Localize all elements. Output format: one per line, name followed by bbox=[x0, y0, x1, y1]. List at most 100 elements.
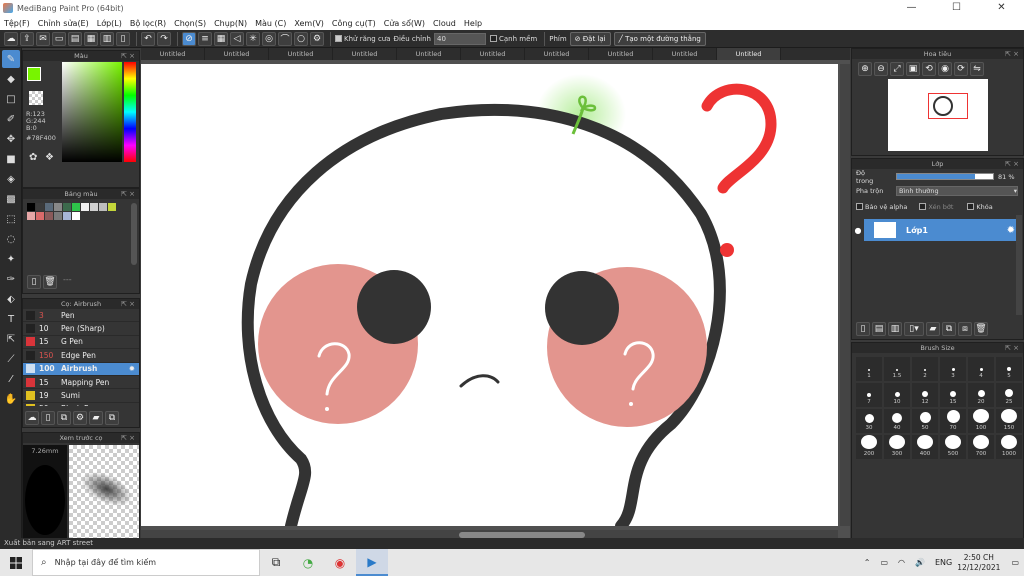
palette-swatch[interactable] bbox=[36, 212, 44, 220]
task-view-icon[interactable]: ⧉ bbox=[260, 549, 292, 576]
panel-expand-icon[interactable]: ⇱ × bbox=[121, 433, 135, 443]
chrome-icon[interactable]: ◉ bbox=[324, 549, 356, 576]
select-pen-tool-icon[interactable]: ✑ bbox=[2, 270, 20, 288]
notification-icon[interactable]: ▭ bbox=[1011, 558, 1019, 567]
brush-size-option[interactable]: 40 bbox=[884, 409, 910, 433]
clock[interactable]: 2:50 CH 12/12/2021 bbox=[957, 553, 1000, 573]
new-layer-icon[interactable]: ▯ bbox=[856, 322, 870, 336]
undo-icon[interactable]: ↶ bbox=[141, 31, 155, 46]
palette-swatch[interactable] bbox=[36, 203, 44, 211]
panel-expand-icon[interactable]: ⇱ × bbox=[1005, 49, 1019, 59]
comment-icon[interactable]: ▭ bbox=[52, 31, 66, 46]
opacity-slider[interactable] bbox=[896, 173, 994, 180]
menu-tools[interactable]: Công cụ(T) bbox=[332, 19, 376, 28]
lasso-tool-icon[interactable]: ◌ bbox=[2, 230, 20, 248]
menu-window[interactable]: Cửa sổ(W) bbox=[384, 19, 425, 28]
snap-settings-icon[interactable]: ⚙ bbox=[310, 31, 324, 46]
hand-tool-icon[interactable]: ✋ bbox=[2, 390, 20, 408]
radial-snap-icon[interactable]: ✳ bbox=[246, 31, 260, 46]
share-icon[interactable]: ⇪ bbox=[20, 31, 34, 46]
rotate-left-icon[interactable]: ⟲ bbox=[922, 62, 936, 76]
drawing-canvas[interactable] bbox=[141, 64, 838, 526]
fit-icon[interactable]: ⤢ bbox=[890, 62, 904, 76]
network-icon[interactable]: ▭ bbox=[880, 558, 888, 567]
redo-icon[interactable]: ↷ bbox=[157, 31, 171, 46]
brush-size-option[interactable]: 50 bbox=[912, 409, 938, 433]
soft-edge-checkbox[interactable] bbox=[490, 35, 497, 42]
new-halftone-layer-icon[interactable]: ▤ bbox=[872, 322, 886, 336]
brush-item[interactable]: 50Blush Pen bbox=[23, 403, 139, 406]
brush-size-option[interactable]: 30 bbox=[856, 409, 882, 433]
cloud-icon[interactable]: ☁ bbox=[4, 31, 18, 46]
brush-settings-icon[interactable]: ⚙ bbox=[73, 411, 87, 425]
antialias-checkbox[interactable] bbox=[335, 35, 342, 42]
minimize-button[interactable]: — bbox=[889, 0, 934, 16]
chat-icon[interactable]: ✉ bbox=[36, 31, 50, 46]
reset-button[interactable]: ⊘ Đặt lại bbox=[569, 31, 611, 46]
layer-settings-icon[interactable]: ✹ bbox=[1007, 225, 1015, 236]
palette-swatch[interactable] bbox=[108, 203, 116, 211]
menu-file[interactable]: Tệp(F) bbox=[4, 19, 30, 28]
ring-snap-icon[interactable]: ○ bbox=[294, 31, 308, 46]
document-tab[interactable]: Untitled bbox=[269, 48, 333, 60]
brush-item[interactable]: 15 G Pen bbox=[23, 336, 139, 350]
snap-off-icon[interactable]: ⊘ bbox=[182, 31, 196, 46]
brush-item[interactable]: 15 Mapping Pen bbox=[23, 376, 139, 390]
volume-icon[interactable]: 🔊 bbox=[915, 558, 925, 567]
fill-rect-tool-icon[interactable]: ■ bbox=[2, 150, 20, 168]
gradient-tool-icon[interactable]: ▩ bbox=[2, 190, 20, 208]
document-tab[interactable]: Untitled bbox=[653, 48, 717, 60]
zoom-in-icon[interactable]: ⊕ bbox=[858, 62, 872, 76]
palette-swatch[interactable] bbox=[54, 212, 62, 220]
lock-checkbox[interactable] bbox=[967, 203, 975, 210]
blend-select[interactable]: Bình thường ▾ bbox=[896, 185, 1018, 196]
document-tab[interactable]: Untitled bbox=[717, 48, 781, 60]
circle-snap-icon[interactable]: ◎ bbox=[262, 31, 276, 46]
document-tab[interactable]: Untitled bbox=[205, 48, 269, 60]
grid-snap-icon[interactable]: ▦ bbox=[214, 31, 228, 46]
palette-swatch[interactable] bbox=[27, 203, 35, 211]
brush-size-option[interactable]: 150 bbox=[996, 409, 1022, 433]
menu-cloud[interactable]: Cloud bbox=[433, 19, 456, 28]
saturation-value-picker[interactable] bbox=[62, 62, 122, 162]
brush-size-option[interactable]: 10 bbox=[884, 383, 910, 407]
brush-item[interactable]: 19 Sumi bbox=[23, 389, 139, 403]
language-indicator[interactable]: ENG bbox=[935, 558, 952, 567]
brush-size-option[interactable]: 4 bbox=[968, 357, 994, 381]
layer-row[interactable]: Lớp1 ✹ bbox=[864, 219, 1019, 241]
palette-swatch[interactable] bbox=[45, 212, 53, 220]
palette-swatch[interactable] bbox=[63, 212, 71, 220]
brush-size-option[interactable]: 200 bbox=[856, 435, 882, 459]
brush-settings-gear-icon[interactable]: ✹ bbox=[129, 364, 135, 373]
app-green-icon[interactable]: ◔ bbox=[292, 549, 324, 576]
navigator-thumbnail[interactable] bbox=[887, 79, 988, 151]
eraser-tool-icon[interactable]: ◆ bbox=[2, 70, 20, 88]
grid-icon[interactable]: ▦ bbox=[84, 31, 98, 46]
brush-size-option[interactable]: 1.5 bbox=[884, 357, 910, 381]
move-tool-icon[interactable]: ✥ bbox=[2, 130, 20, 148]
delete-brush-icon[interactable]: ⧉ bbox=[105, 411, 119, 425]
brush-size-option[interactable]: 100 bbox=[968, 409, 994, 433]
panel-expand-icon[interactable]: ⇱ × bbox=[121, 189, 135, 199]
zoom-out-icon[interactable]: ⊖ bbox=[874, 62, 888, 76]
bucket-tool-icon[interactable]: ◈ bbox=[2, 170, 20, 188]
page-icon[interactable]: ▯ bbox=[116, 31, 130, 46]
select-rect-tool-icon[interactable]: ⬚ bbox=[2, 210, 20, 228]
vanishing-snap-icon[interactable]: ◁ bbox=[230, 31, 244, 46]
brush-folder-icon[interactable]: ▰ bbox=[89, 411, 103, 425]
brush-size-option[interactable]: 2 bbox=[912, 357, 938, 381]
layer-type-dropdown-icon[interactable]: ▯▾ bbox=[904, 322, 924, 336]
brush-tool-icon[interactable]: ✎ bbox=[2, 50, 20, 68]
operation-tool-icon[interactable]: ⇱ bbox=[2, 330, 20, 348]
hue-slider[interactable] bbox=[124, 62, 136, 162]
palette-swatch[interactable] bbox=[99, 203, 107, 211]
menu-help[interactable]: Help bbox=[464, 19, 482, 28]
menu-filter[interactable]: Bộ lọc(R) bbox=[130, 19, 166, 28]
brush-item[interactable]: 3 Pen bbox=[23, 309, 139, 323]
dot-tool-icon[interactable]: ✐ bbox=[2, 110, 20, 128]
document-tab[interactable]: Untitled bbox=[141, 48, 205, 60]
document-tab[interactable]: Untitled bbox=[397, 48, 461, 60]
panel-expand-icon[interactable]: ⇱ × bbox=[121, 51, 135, 61]
duplicate-brush-icon[interactable]: ⧉ bbox=[57, 411, 71, 425]
menu-edit[interactable]: Chỉnh sửa(E) bbox=[38, 19, 89, 28]
